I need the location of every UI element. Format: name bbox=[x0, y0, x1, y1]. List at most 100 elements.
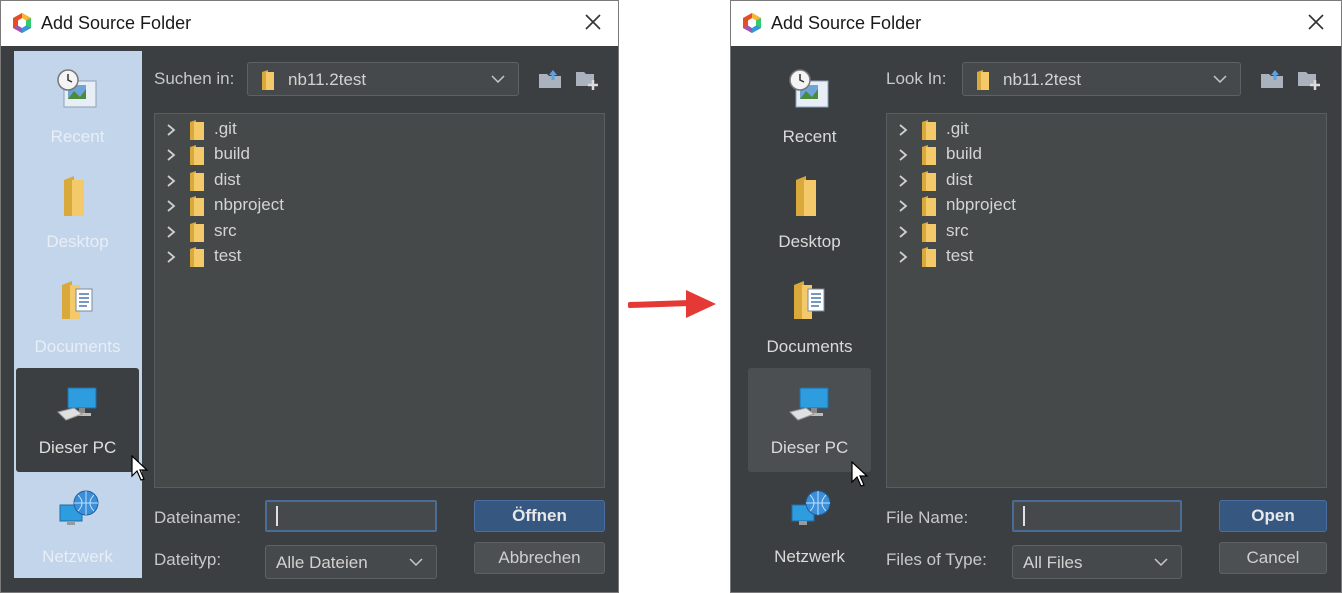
cancel-button[interactable]: Abbrechen bbox=[474, 542, 605, 574]
chevron-right-icon[interactable] bbox=[165, 250, 177, 264]
list-item[interactable]: dist bbox=[155, 168, 604, 193]
places-sidebar: Recent Desktop Documents Dieser PC Netzw… bbox=[746, 51, 874, 578]
place-recent[interactable]: Recent bbox=[16, 57, 139, 161]
place-network[interactable]: Netzwerk bbox=[748, 477, 871, 581]
place-desktop[interactable]: Desktop bbox=[16, 162, 139, 266]
chevron-right-icon[interactable] bbox=[897, 225, 909, 239]
computer-icon bbox=[789, 387, 829, 421]
list-item[interactable]: src bbox=[887, 219, 1326, 244]
place-label: Documents bbox=[766, 337, 853, 356]
list-item[interactable]: nbproject bbox=[887, 193, 1326, 218]
file-name: nbproject bbox=[214, 195, 284, 214]
netbeans-app-icon bbox=[743, 13, 761, 33]
new-folder-icon[interactable] bbox=[575, 68, 599, 90]
filetype-value: Alle Dateien bbox=[276, 553, 368, 572]
list-item[interactable]: test bbox=[155, 244, 604, 269]
desktop-folder-icon bbox=[64, 176, 84, 216]
chevron-right-icon[interactable] bbox=[165, 123, 177, 137]
look-in-value: nb11.2test bbox=[288, 70, 367, 89]
folder-icon bbox=[922, 145, 936, 165]
up-folder-icon[interactable] bbox=[1260, 68, 1284, 90]
place-label: Desktop bbox=[46, 232, 109, 251]
folder-icon bbox=[190, 171, 204, 191]
chevron-right-icon[interactable] bbox=[897, 123, 909, 137]
list-item[interactable]: test bbox=[887, 244, 1326, 269]
list-item[interactable]: build bbox=[155, 142, 604, 167]
chevron-right-icon[interactable] bbox=[897, 199, 909, 213]
network-icon bbox=[791, 490, 831, 525]
chevron-right-icon[interactable] bbox=[165, 225, 177, 239]
folder-icon bbox=[922, 196, 936, 216]
place-this-pc[interactable]: Dieser PC bbox=[748, 368, 871, 472]
place-label: Desktop bbox=[778, 232, 841, 251]
filetype-label: Files of Type: bbox=[886, 550, 987, 569]
open-button[interactable]: Öffnen bbox=[474, 500, 605, 532]
file-dialog-english: Add Source Folder Recent Desktop Documen… bbox=[730, 0, 1342, 593]
place-label: Recent bbox=[50, 127, 105, 146]
filetype-combo[interactable]: Alle Dateien bbox=[265, 545, 437, 579]
filename-label: Dateiname: bbox=[154, 508, 241, 527]
text-caret bbox=[1023, 506, 1025, 526]
list-item[interactable]: nbproject bbox=[155, 193, 604, 218]
look-in-combo[interactable]: nb11.2test bbox=[247, 62, 519, 96]
chevron-right-icon[interactable] bbox=[165, 174, 177, 188]
chevron-right-icon[interactable] bbox=[165, 148, 177, 162]
new-folder-icon[interactable] bbox=[1297, 68, 1321, 90]
file-list[interactable]: .git build dist nbproject src test bbox=[886, 113, 1327, 488]
close-icon[interactable] bbox=[1303, 9, 1329, 35]
close-icon[interactable] bbox=[580, 9, 606, 35]
look-in-combo[interactable]: nb11.2test bbox=[962, 62, 1241, 96]
place-label: Netzwerk bbox=[42, 547, 113, 566]
folder-icon bbox=[190, 196, 204, 216]
place-documents[interactable]: Documents bbox=[748, 267, 871, 371]
file-list[interactable]: .git build dist nbproject src test bbox=[154, 113, 605, 488]
list-item[interactable]: build bbox=[887, 142, 1326, 167]
file-name: test bbox=[214, 246, 242, 265]
file-dialog-german: Add Source Folder Recent Desktop Documen… bbox=[0, 0, 619, 593]
chevron-down-icon bbox=[409, 558, 423, 567]
place-network[interactable]: Netzwerk bbox=[16, 477, 139, 581]
folder-icon bbox=[922, 120, 936, 140]
list-item[interactable]: dist bbox=[887, 168, 1326, 193]
place-this-pc[interactable]: Dieser PC bbox=[16, 368, 139, 472]
filetype-label: Dateityp: bbox=[154, 550, 222, 569]
list-item[interactable]: .git bbox=[887, 117, 1326, 142]
file-name: src bbox=[214, 221, 237, 240]
file-name: dist bbox=[214, 170, 241, 189]
place-desktop[interactable]: Desktop bbox=[748, 162, 871, 266]
folder-icon bbox=[190, 222, 204, 242]
chevron-right-icon[interactable] bbox=[165, 199, 177, 213]
chevron-right-icon[interactable] bbox=[897, 174, 909, 188]
filename-field[interactable] bbox=[265, 500, 437, 532]
filetype-combo[interactable]: All Files bbox=[1012, 545, 1182, 579]
computer-icon bbox=[57, 387, 97, 421]
netbeans-app-icon bbox=[13, 13, 31, 33]
place-recent[interactable]: Recent bbox=[748, 57, 871, 161]
folder-icon bbox=[190, 120, 204, 140]
chevron-right-icon[interactable] bbox=[897, 250, 909, 264]
folder-icon bbox=[977, 70, 989, 90]
chevron-right-icon[interactable] bbox=[897, 148, 909, 162]
chevron-down-icon bbox=[1213, 75, 1227, 84]
list-item[interactable]: src bbox=[155, 219, 604, 244]
recent-icon bbox=[789, 69, 829, 108]
folder-icon bbox=[190, 247, 204, 267]
up-folder-icon[interactable] bbox=[538, 68, 562, 90]
mouse-pointer-icon bbox=[131, 455, 149, 481]
title-bar: Add Source Folder bbox=[731, 1, 1341, 46]
red-arrow-icon bbox=[628, 290, 716, 318]
filetype-value: All Files bbox=[1023, 553, 1083, 572]
open-button[interactable]: Open bbox=[1219, 500, 1327, 532]
list-item[interactable]: .git bbox=[155, 117, 604, 142]
network-icon bbox=[59, 490, 99, 525]
look-in-value: nb11.2test bbox=[1003, 70, 1082, 89]
recent-icon bbox=[57, 69, 97, 108]
file-name: build bbox=[214, 144, 250, 163]
filename-field[interactable] bbox=[1012, 500, 1182, 532]
file-name: dist bbox=[946, 170, 973, 189]
place-label: Dieser PC bbox=[770, 438, 849, 457]
cancel-button[interactable]: Cancel bbox=[1219, 542, 1327, 574]
place-documents[interactable]: Documents bbox=[16, 267, 139, 371]
folder-icon bbox=[922, 222, 936, 242]
file-name: .git bbox=[946, 119, 969, 138]
